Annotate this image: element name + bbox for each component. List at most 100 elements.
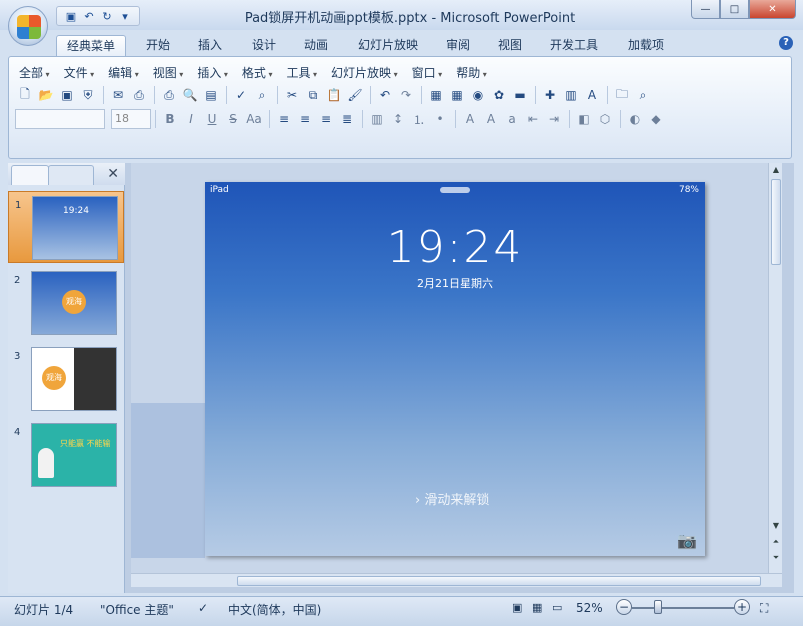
insert-chart-icon[interactable]: ▦ bbox=[426, 85, 446, 105]
layout-icon[interactable]: ▥ bbox=[561, 85, 581, 105]
font-color-icon[interactable]: A bbox=[460, 109, 480, 129]
offslide-shape[interactable] bbox=[131, 403, 205, 558]
tab-animation[interactable]: 动画 bbox=[294, 35, 338, 56]
menu-help[interactable]: 帮助 bbox=[456, 64, 487, 81]
insert-table-icon[interactable]: ▦ bbox=[447, 85, 467, 105]
zoom-in-icon[interactable]: + bbox=[734, 599, 750, 615]
tab-outline[interactable] bbox=[48, 165, 94, 185]
shrink-font-icon[interactable]: a bbox=[502, 109, 522, 129]
copy-icon[interactable]: ⧉ bbox=[303, 85, 323, 105]
tab-review[interactable]: 审阅 bbox=[436, 35, 480, 56]
bold-icon[interactable]: B bbox=[160, 109, 180, 129]
tab-developer[interactable]: 开发工具 bbox=[540, 35, 608, 56]
fill-color-icon[interactable]: ▬ bbox=[510, 85, 530, 105]
line-spacing-icon[interactable]: ↕ bbox=[388, 109, 408, 129]
paste-icon[interactable]: 📋 bbox=[324, 85, 344, 105]
previous-slide-icon[interactable]: ⏶ bbox=[769, 535, 783, 549]
align-left-icon[interactable]: ≡ bbox=[274, 109, 294, 129]
open-folder-icon[interactable]: 📂 bbox=[36, 85, 56, 105]
redo-icon[interactable]: ↻ bbox=[99, 8, 115, 24]
menu-all[interactable]: 全部 bbox=[19, 64, 50, 81]
close-button[interactable]: ✕ bbox=[749, 0, 796, 19]
insert-picture-icon[interactable]: ◉ bbox=[468, 85, 488, 105]
print-icon[interactable]: ⎙ bbox=[159, 85, 179, 105]
strikethrough-icon[interactable]: S bbox=[223, 109, 243, 129]
menu-window[interactable]: 窗口 bbox=[412, 64, 443, 81]
open-recent-icon[interactable]: 🗀 bbox=[612, 85, 632, 105]
tab-slideshow[interactable]: 幻灯片放映 bbox=[348, 35, 428, 56]
undo-icon[interactable]: ↶ bbox=[375, 85, 395, 105]
scroll-thumb[interactable] bbox=[771, 179, 781, 265]
cut-icon[interactable]: ✂ bbox=[282, 85, 302, 105]
align-right-icon[interactable]: ≡ bbox=[316, 109, 336, 129]
tab-addins[interactable]: 加载项 bbox=[618, 35, 674, 56]
tab-view[interactable]: 视图 bbox=[488, 35, 532, 56]
font-name-select[interactable] bbox=[15, 109, 105, 129]
email-icon[interactable]: ✉ bbox=[108, 85, 128, 105]
tab-insert[interactable]: 插入 bbox=[188, 35, 232, 56]
slide-sorter-icon[interactable]: ▦ bbox=[532, 601, 542, 614]
next-slide-icon[interactable]: ⏷ bbox=[769, 551, 783, 565]
customize-qat-icon[interactable]: ▾ bbox=[117, 8, 133, 24]
menu-format[interactable]: 格式 bbox=[242, 64, 273, 81]
tab-design[interactable]: 设计 bbox=[242, 35, 286, 56]
insert-clipart-icon[interactable]: ✿ bbox=[489, 85, 509, 105]
bulleted-list-icon[interactable]: • bbox=[430, 109, 450, 129]
decrease-indent-icon[interactable]: ⇤ bbox=[523, 109, 543, 129]
slide-thumbnail-4[interactable]: 4 只能赢 不能输 bbox=[8, 419, 124, 491]
close-panel-icon[interactable]: ✕ bbox=[107, 166, 119, 182]
menu-edit[interactable]: 编辑 bbox=[108, 64, 139, 81]
menu-insert[interactable]: 插入 bbox=[197, 64, 228, 81]
columns-icon[interactable]: ▥ bbox=[367, 109, 387, 129]
arrange-icon[interactable]: ◧ bbox=[574, 109, 594, 129]
font-size-select[interactable]: 18 bbox=[111, 109, 151, 129]
fit-to-window-icon[interactable]: ⛶ bbox=[760, 601, 768, 616]
print-preview-icon[interactable]: 🔍 bbox=[180, 85, 200, 105]
office-button[interactable] bbox=[8, 6, 48, 46]
new-file-icon[interactable]: 🗋 bbox=[15, 85, 35, 105]
slideshow-view-icon[interactable]: ▭ bbox=[552, 601, 562, 614]
menu-tools[interactable]: 工具 bbox=[286, 64, 317, 81]
tab-home[interactable]: 开始 bbox=[136, 35, 180, 56]
undo-icon[interactable]: ↶ bbox=[81, 8, 97, 24]
save-icon[interactable]: ▣ bbox=[63, 8, 79, 24]
tab-slides[interactable] bbox=[11, 165, 49, 185]
underline-icon[interactable]: U bbox=[202, 109, 222, 129]
align-center-icon[interactable]: ≡ bbox=[295, 109, 315, 129]
zoom-knob[interactable] bbox=[654, 600, 662, 614]
slide-thumbnail-1[interactable]: 1 19:24 bbox=[8, 191, 124, 263]
shapes-icon[interactable]: ⬡ bbox=[595, 109, 615, 129]
save-icon[interactable]: ▣ bbox=[57, 85, 77, 105]
normal-view-icon[interactable]: ▣ bbox=[512, 601, 522, 614]
format-painter-icon[interactable]: 🖌 bbox=[345, 85, 365, 105]
menu-view[interactable]: 视图 bbox=[153, 64, 184, 81]
help-icon[interactable]: ? bbox=[779, 36, 793, 50]
permission-icon[interactable]: ⛨ bbox=[78, 85, 98, 105]
new-slide-icon[interactable]: ✚ bbox=[540, 85, 560, 105]
publish-icon[interactable]: ⎙ bbox=[129, 85, 149, 105]
current-slide[interactable]: iPad 78% 19:24 2月21日星期六 › 滑动来解锁 📷 bbox=[205, 182, 705, 556]
slide-thumbnail-2[interactable]: 2 观海 bbox=[8, 267, 124, 339]
hscroll-thumb[interactable] bbox=[237, 576, 761, 586]
shape-fill-icon[interactable]: ◆ bbox=[646, 109, 666, 129]
spelling-check-icon[interactable]: ✓ bbox=[198, 601, 208, 615]
redo-icon[interactable]: ↷ bbox=[396, 85, 416, 105]
justify-icon[interactable]: ≣ bbox=[337, 109, 357, 129]
scroll-down-icon[interactable]: ▼ bbox=[769, 519, 783, 533]
scroll-up-icon[interactable]: ▲ bbox=[769, 163, 783, 177]
find-icon[interactable]: ⌕ bbox=[633, 85, 653, 105]
maximize-button[interactable]: □ bbox=[720, 0, 749, 19]
text-box-icon[interactable]: A bbox=[582, 85, 602, 105]
zoom-level[interactable]: 52% bbox=[576, 601, 603, 615]
language[interactable]: 中文(简体，中国) bbox=[228, 601, 321, 618]
zoom-slider[interactable] bbox=[632, 607, 734, 609]
zoom-out-icon[interactable]: − bbox=[616, 599, 632, 615]
spelling-icon[interactable]: ✓ bbox=[231, 85, 251, 105]
horizontal-scrollbar[interactable] bbox=[131, 573, 782, 587]
change-case-icon[interactable]: Aa bbox=[244, 109, 264, 129]
increase-indent-icon[interactable]: ⇥ bbox=[544, 109, 564, 129]
grow-font-icon[interactable]: A bbox=[481, 109, 501, 129]
menu-file[interactable]: 文件 bbox=[64, 64, 95, 81]
slide-thumbnail-3[interactable]: 3 观海 bbox=[8, 343, 124, 415]
menu-slideshow[interactable]: 幻灯片放映 bbox=[331, 64, 398, 81]
